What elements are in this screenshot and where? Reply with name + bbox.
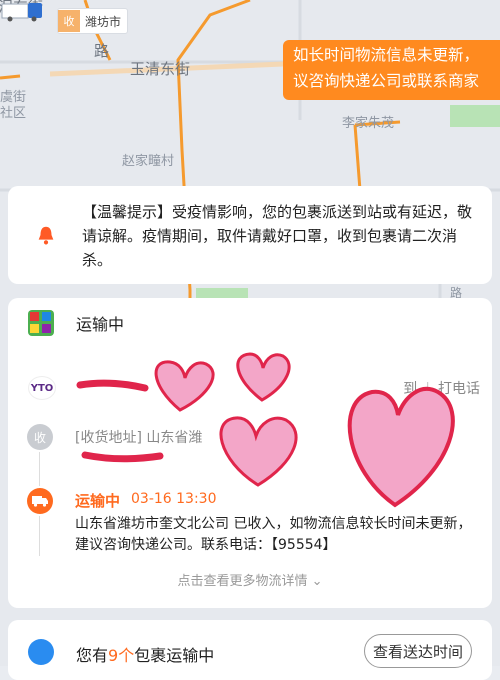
- tip-text: 【温馨提示】受疫情影响，您的包裹派送到站或有延迟，敬请谅解。疫情期间，取件请戴好…: [82, 203, 473, 269]
- receive-badge: 收: [27, 424, 53, 450]
- summary-suffix: 包裹运输中: [134, 646, 215, 665]
- more-details-link[interactable]: 点击查看更多物流详情 ⌄: [0, 570, 500, 589]
- timeline-line: [39, 452, 40, 486]
- package-summary: 您有9个包裹运输中: [76, 642, 214, 666]
- map-park: [450, 105, 500, 127]
- courier-logo: YTO: [28, 376, 56, 400]
- notice-line: 议咨询快递公司或联系商家: [293, 72, 480, 90]
- courier-actions: 到 | 打电话: [403, 381, 480, 397]
- map-label: 路: [94, 42, 110, 60]
- transit-status: 运输中: [75, 492, 121, 510]
- truck-map-icon: [1, 3, 42, 22]
- map-label: 社区: [0, 106, 27, 121]
- city-marker[interactable]: 收 潍坊市: [57, 8, 129, 34]
- package-icon: [28, 639, 54, 665]
- map-label: 李家朱茂: [342, 116, 395, 131]
- status-header: 运输中: [28, 310, 124, 336]
- bell-icon: [38, 226, 54, 245]
- notice-line: 如长时间物流信息未更新，: [293, 46, 480, 64]
- transit-time: 03-16 13:30: [131, 491, 217, 507]
- logistics-notice-bubble[interactable]: 如长时间物流信息未更新， 议咨询快递公司或联系商家: [283, 40, 500, 100]
- view-delivery-time-button[interactable]: 查看送达时间: [364, 634, 472, 668]
- truck-icon: [27, 488, 53, 514]
- product-thumbnail[interactable]: [28, 310, 54, 336]
- receiver-address: [收货地址] 山东省潍: [75, 430, 203, 446]
- timeline-line: [39, 516, 40, 556]
- summary-prefix: 您有: [76, 646, 109, 665]
- shipment-card: 运输中 YTO 到 | 打电话: [8, 298, 492, 608]
- map-label: 赵家疃村: [122, 154, 175, 169]
- status-title: 运输中: [76, 315, 125, 334]
- copy-link[interactable]: 到: [403, 381, 417, 397]
- call-link[interactable]: 打电话: [438, 381, 480, 397]
- city-tag: 收: [58, 10, 80, 32]
- map-street-label: 玉清东街: [130, 60, 191, 78]
- package-count: 9个: [108, 646, 135, 665]
- city-name: 潍坊市: [85, 14, 122, 29]
- tip-card: 【温馨提示】受疫情影响，您的包裹派送到站或有延迟，敬请谅解。疫情期间，取件请戴好…: [8, 186, 492, 284]
- courier-row: YTO 到 | 打电话: [28, 376, 488, 400]
- transit-description: 山东省潍坊市奎文北公司 已收入，如物流信息较长时间未更新，建议咨询快递公司。联系…: [75, 516, 472, 553]
